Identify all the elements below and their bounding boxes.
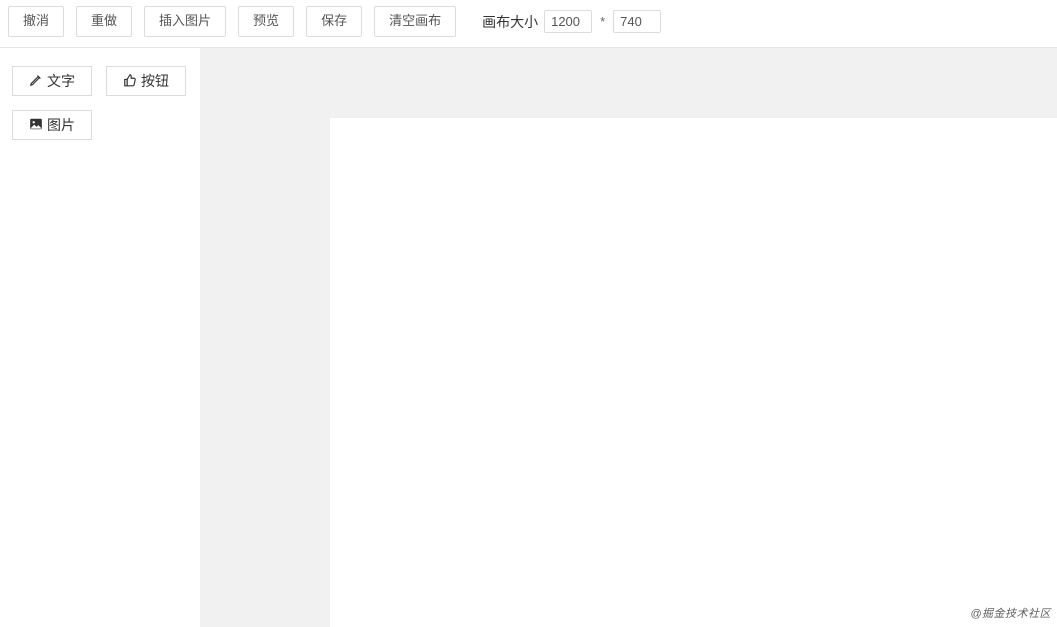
image-icon xyxy=(29,117,43,134)
canvas-width-input[interactable] xyxy=(544,10,592,33)
workspace[interactable] xyxy=(200,48,1057,627)
tool-image[interactable]: 图片 xyxy=(12,110,92,140)
canvas[interactable] xyxy=(330,118,1057,627)
canvas-size-group: 画布大小 * xyxy=(482,10,661,33)
insert-image-button[interactable]: 插入图片 xyxy=(144,6,226,37)
tool-button-label: 按钮 xyxy=(141,71,169,91)
canvas-height-input[interactable] xyxy=(613,10,661,33)
undo-button[interactable]: 撤消 xyxy=(8,6,64,37)
tool-text-label: 文字 xyxy=(47,71,75,91)
clear-canvas-button[interactable]: 清空画布 xyxy=(374,6,456,37)
save-button[interactable]: 保存 xyxy=(306,6,362,37)
body-area: 文字 按钮 xyxy=(0,48,1057,627)
tool-button[interactable]: 按钮 xyxy=(106,66,186,96)
canvas-size-label: 画布大小 xyxy=(482,12,538,32)
preview-button[interactable]: 预览 xyxy=(238,6,294,37)
tool-image-label: 图片 xyxy=(47,115,75,135)
sidebar: 文字 按钮 xyxy=(0,48,200,627)
thumbs-up-icon xyxy=(123,73,137,90)
pencil-icon xyxy=(29,73,43,90)
tool-text[interactable]: 文字 xyxy=(12,66,92,96)
size-separator: * xyxy=(598,14,607,29)
toolbar: 撤消 重做 插入图片 预览 保存 清空画布 画布大小 * xyxy=(0,0,1057,48)
redo-button[interactable]: 重做 xyxy=(76,6,132,37)
tool-grid: 文字 按钮 xyxy=(12,66,188,140)
